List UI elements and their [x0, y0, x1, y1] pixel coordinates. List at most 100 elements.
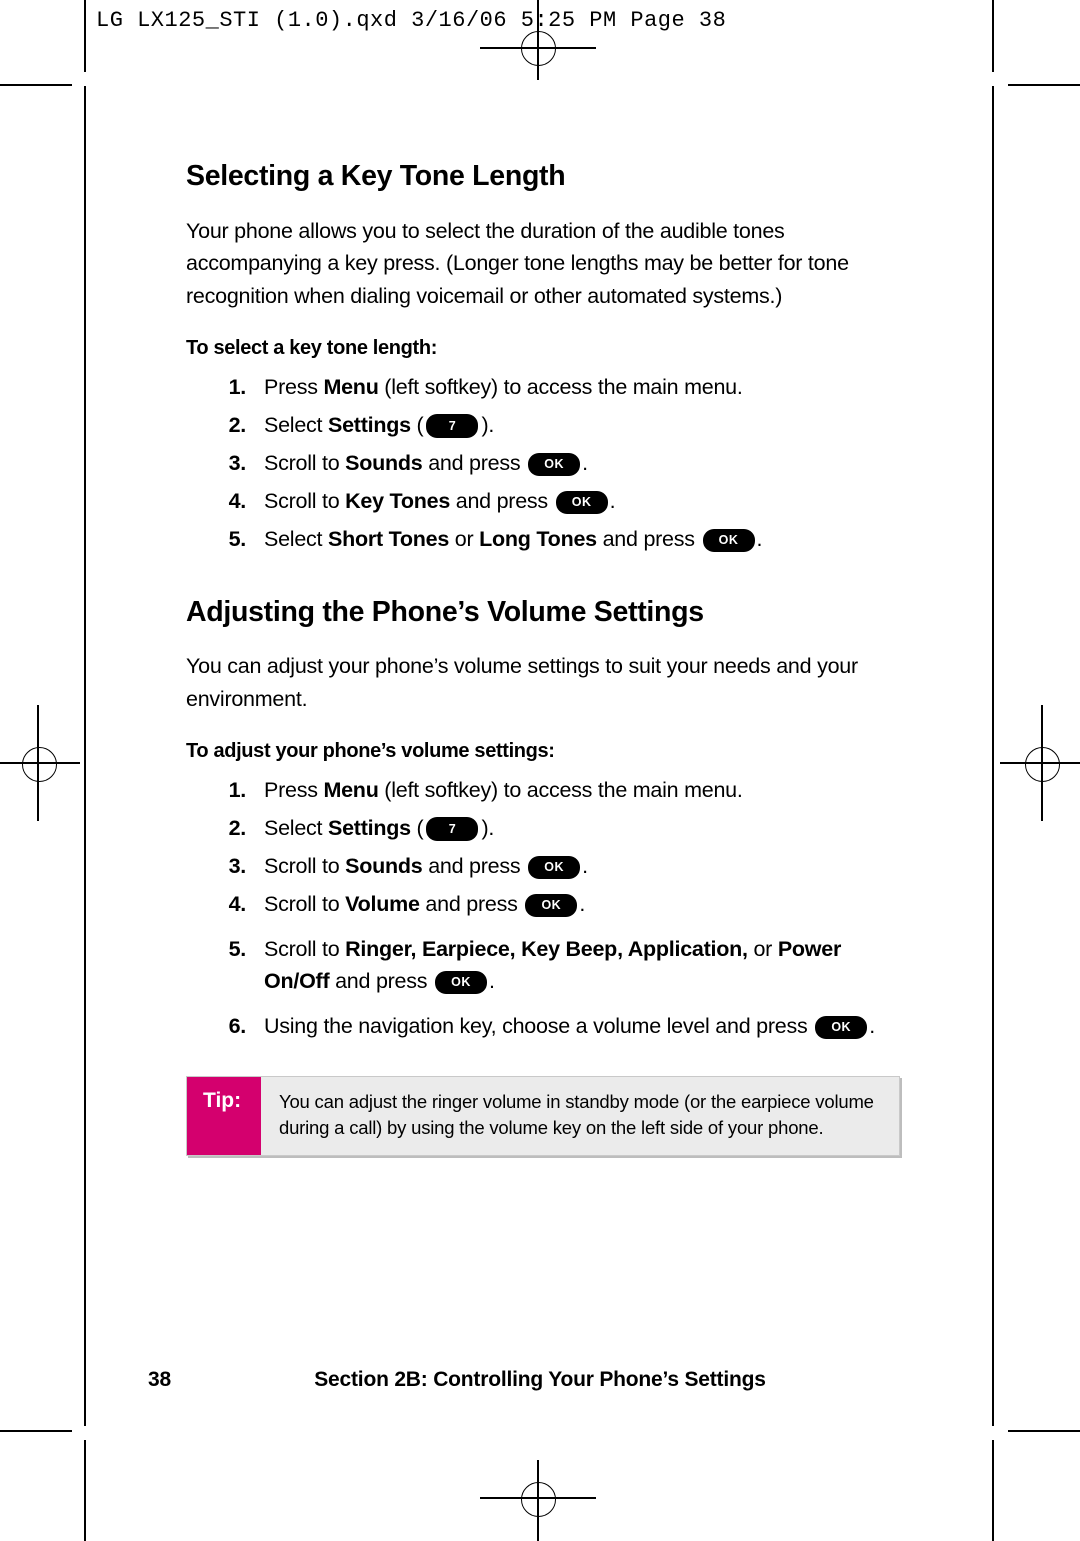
step-text-end: . [869, 1013, 875, 1038]
step-text-end: ). [481, 815, 495, 840]
page-content: Selecting a Key Tone Length Your phone a… [186, 160, 910, 1157]
list-item: 5. Scroll to Ringer, Earpiece, Key Beep, … [186, 934, 910, 996]
tip-box: Tip: You can adjust the ringer volume in… [186, 1075, 900, 1157]
step-text-after: and press [329, 968, 433, 993]
subhead-select-key-tone-length: To select a key tone length: [186, 336, 438, 359]
step-bold-term: Settings [327, 815, 411, 840]
step-text-before: Scroll to [264, 451, 346, 476]
step-text-before: Press [264, 777, 324, 802]
step-bold-term: Settings [327, 412, 411, 437]
key-ok-icon: OK [702, 529, 755, 553]
subhead-adjust-volume-settings: To adjust your phone’s volume settings: [186, 739, 555, 762]
crop-mark-bottom-left-vertical [84, 1440, 86, 1541]
page-title-key-tone-length: Selecting a Key Tone Length [186, 160, 566, 192]
step-text-end: . [582, 451, 588, 476]
step-text-end: . [579, 892, 586, 917]
step-number: 6. [228, 1013, 247, 1038]
registration-target-left-circle [22, 747, 57, 782]
step-text-before: Press [264, 374, 324, 399]
intro-paragraph-key-tone-length: Your phone allows you to select the dura… [186, 218, 849, 309]
tip-body-text: You can adjust the ringer volume in stan… [261, 1076, 899, 1156]
steps-list-key-tone-length: 1. Press Menu (left softkey) to access th… [186, 372, 910, 556]
step-text-end: . [489, 968, 495, 993]
step-number: 4. [228, 892, 247, 917]
step-bold-term-2: Long Tones [479, 527, 597, 552]
list-item: 3. Scroll to Sounds and press OK. [186, 448, 910, 479]
key-ok-icon: OK [555, 491, 608, 515]
registration-target-right-circle [1025, 747, 1060, 782]
key-ok-icon: OK [525, 894, 578, 918]
crop-mark-top-left-vertical [84, 0, 86, 72]
key-ok-icon: OK [815, 1015, 868, 1039]
step-bold-term: Short Tones [327, 527, 450, 552]
step-bold-term: Menu [323, 777, 379, 802]
key-ok-icon: OK [528, 453, 581, 477]
key-ok-icon: OK [528, 856, 581, 880]
step-text-end: . [582, 854, 588, 879]
list-item: 6. Using the navigation key, choose a vol… [186, 1011, 910, 1042]
step-text-end: . [609, 489, 616, 514]
step-text-after: and press [422, 451, 527, 476]
registration-target-top-circle [521, 31, 556, 66]
step-text-before: Scroll to [264, 854, 346, 879]
step-text-after: and press [419, 892, 524, 917]
tip-label: Tip: [187, 1076, 261, 1156]
step-bold-term: Key Tones [345, 489, 451, 514]
crop-mark-left-horizontal-top [0, 84, 72, 86]
steps-list-volume-settings: 1. Press Menu (left softkey) to access th… [186, 775, 910, 1042]
step-text-before: Select [264, 527, 328, 552]
step-bold-term: Sounds [345, 451, 423, 476]
crop-mark-left-vertical-lower [84, 86, 86, 1426]
step-bold-term: Sounds [345, 854, 423, 879]
list-item: 5. Select Short Tones or Long Tones and p… [186, 524, 910, 555]
list-item: 2. Select Settings (7). [186, 813, 910, 844]
crop-mark-right-horizontal-top [1008, 84, 1080, 86]
key-7-icon: 7 [426, 816, 479, 841]
list-item: 1. Press Menu (left softkey) to access th… [186, 372, 910, 403]
list-item: 4. Scroll to Volume and press OK. [186, 889, 910, 920]
step-text-after: ( [410, 412, 424, 437]
list-item: 1. Press Menu (left softkey) to access th… [186, 775, 910, 806]
step-text-before: Select [264, 412, 328, 437]
step-text-before: Scroll to [264, 937, 346, 962]
step-number: 1. [228, 374, 247, 399]
registration-target-bottom-circle [521, 1482, 556, 1517]
file-header-line: LG LX125_STI (1.0).qxd 3/16/06 5:25 PM P… [96, 8, 727, 33]
list-item: 4. Scroll to Key Tones and press OK. [186, 486, 910, 517]
step-number: 3. [228, 854, 247, 879]
step-text-after: and press [596, 527, 701, 552]
step-text-before: Select [264, 815, 328, 840]
crop-mark-bottom-right-vertical [992, 1440, 994, 1541]
list-item: 2. Select Settings (7). [186, 410, 910, 441]
step-text-mid: or [747, 937, 778, 962]
step-number: 1. [228, 777, 247, 802]
step-text-end: ). [481, 412, 495, 437]
step-text-after: and press [422, 854, 527, 879]
step-number: 5. [228, 937, 247, 962]
step-number: 5. [228, 527, 247, 552]
step-bold-term: Ringer, Earpiece, Key Beep, Application, [345, 937, 748, 962]
step-number: 3. [228, 451, 247, 476]
crop-mark-left-horizontal-bottom [0, 1430, 72, 1432]
step-text-after: (left softkey) to access the main menu. [378, 374, 743, 399]
footer-page-number: 38 [148, 1368, 171, 1391]
step-text-end: . [756, 527, 763, 552]
step-bold-term: Volume [345, 892, 420, 917]
step-text-before: Scroll to [264, 892, 346, 917]
key-ok-icon: OK [435, 970, 487, 994]
step-number: 2. [228, 815, 247, 840]
crop-mark-right-horizontal-bottom [1008, 1430, 1080, 1432]
crop-mark-top-right-vertical [992, 0, 994, 72]
step-number: 2. [228, 412, 247, 437]
step-text-mid: or [449, 527, 480, 552]
step-number: 4. [228, 489, 247, 514]
step-text-before: Using the navigation key, choose a volum… [264, 1013, 814, 1038]
step-text-after: ( [410, 815, 424, 840]
page-title-volume-settings: Adjusting the Phone’s Volume Settings [186, 595, 704, 628]
list-item: 3. Scroll to Sounds and press OK. [186, 851, 910, 882]
intro-paragraph-volume-settings: You can adjust your phone’s volume setti… [186, 654, 858, 712]
step-text-after: and press [450, 489, 554, 514]
step-text-after: (left softkey) to access the main menu. [378, 777, 743, 802]
step-bold-term: Menu [323, 374, 379, 399]
crop-mark-right-vertical-lower [992, 86, 994, 1426]
